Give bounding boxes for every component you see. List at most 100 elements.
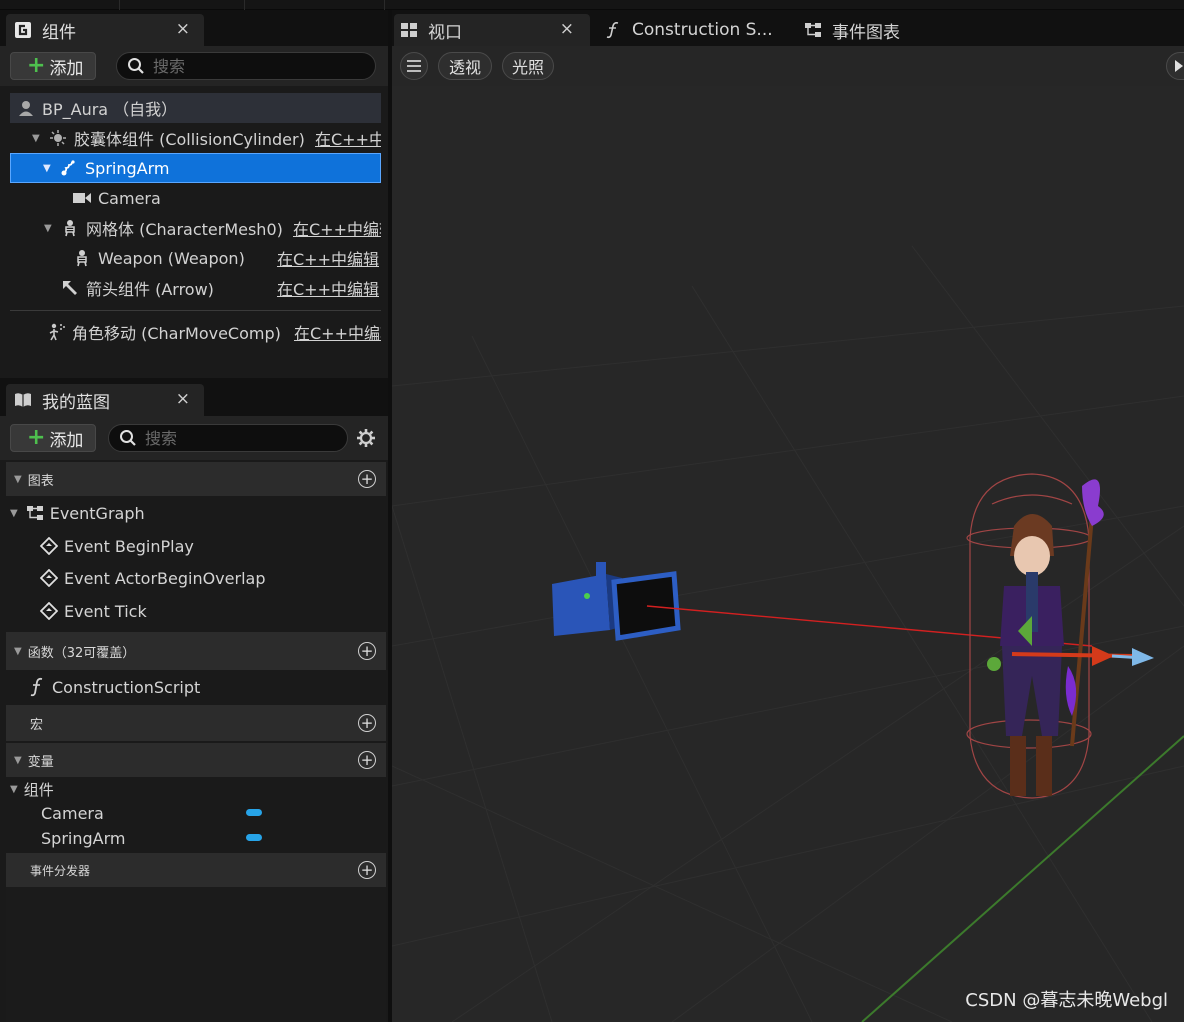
- add-graph-icon[interactable]: +: [358, 470, 376, 488]
- list-item-event-graph[interactable]: ▼ EventGraph: [6, 497, 386, 529]
- list-item-event-tick[interactable]: Event Tick: [6, 595, 386, 627]
- camera-mesh: [552, 562, 681, 641]
- chevron-down-icon[interactable]: ▼: [14, 474, 22, 485]
- list-item-construction-script[interactable]: ConstructionScript: [6, 670, 386, 704]
- character-movement-icon: [46, 322, 66, 342]
- my-blueprint-tab[interactable]: 我的蓝图 ×: [6, 384, 204, 416]
- tree-item-camera[interactable]: Camera: [10, 183, 381, 213]
- tree-item-collision-cylinder[interactable]: ▼ 胶囊体组件 (CollisionCylinder) 在C++中: [10, 123, 381, 153]
- function-icon: [28, 677, 46, 697]
- section-variables-label: 变量: [27, 754, 54, 770]
- chevron-down-icon[interactable]: ▼: [14, 646, 22, 657]
- section-variables[interactable]: ▼ 变量 +: [6, 743, 386, 777]
- tree-item-label: 箭头组件 (Arrow): [86, 280, 214, 299]
- tab-label: Construction S...: [632, 20, 773, 40]
- close-icon[interactable]: ×: [176, 389, 190, 409]
- plus-icon: +: [27, 425, 46, 450]
- add-dispatcher-icon[interactable]: +: [358, 861, 376, 879]
- tree-item-label: Weapon (Weapon): [98, 248, 245, 268]
- event-node-icon: [40, 602, 58, 620]
- edit-in-cpp-link[interactable]: 在C++中编辑: [277, 276, 379, 300]
- chevron-down-icon[interactable]: ▼: [43, 163, 55, 174]
- section-graphs[interactable]: ▼ 图表 +: [6, 462, 386, 496]
- tab-label: 视口: [428, 22, 462, 43]
- chevron-down-icon[interactable]: ▼: [32, 133, 44, 144]
- blueprint-tab-row: 我的蓝图 ×: [0, 378, 388, 416]
- tree-item-label: 角色移动 (CharMoveComp): [72, 324, 281, 343]
- actor-icon: [16, 98, 36, 118]
- chevron-down-icon[interactable]: ▼: [44, 223, 56, 234]
- tab-label: 事件图表: [832, 22, 900, 43]
- event-node-icon: [40, 569, 58, 587]
- add-blueprint-item-button[interactable]: + 添加: [10, 424, 97, 452]
- blueprint-empty-area: [6, 887, 386, 1022]
- event-graph-icon: [804, 21, 822, 39]
- blueprint-search-input[interactable]: [145, 428, 315, 448]
- play-options-button[interactable]: [1166, 52, 1184, 80]
- tree-item-bp-aura[interactable]: BP_Aura （自我）: [10, 93, 381, 123]
- variable-spring-arm[interactable]: SpringArm: [6, 825, 386, 851]
- add-component-button[interactable]: + 添加: [10, 52, 97, 80]
- component-search-input[interactable]: [153, 56, 333, 76]
- variable-label: Camera: [41, 803, 104, 823]
- components-tab-label: 组件: [42, 22, 76, 43]
- components-tab[interactable]: 组件 ×: [6, 14, 204, 46]
- perspective-button[interactable]: 透视: [438, 52, 492, 80]
- add-function-icon[interactable]: +: [358, 642, 376, 660]
- tree-item-weapon[interactable]: Weapon (Weapon) 在C++中编辑: [10, 243, 381, 273]
- lighting-label: 光照: [511, 58, 544, 77]
- viewport-tab-row: 视口 × Construction S... 事件图表: [392, 10, 1184, 46]
- event-label: Event ActorBeginOverlap: [64, 568, 266, 588]
- tab-viewport[interactable]: 视口 ×: [394, 14, 590, 46]
- tab-construction-script[interactable]: Construction S...: [604, 14, 773, 46]
- viewport-menu-button[interactable]: [400, 52, 428, 80]
- add-variable-icon[interactable]: +: [358, 751, 376, 769]
- edit-in-cpp-link[interactable]: 在C++中编辑: [293, 216, 381, 240]
- function-icon: [604, 21, 622, 39]
- tree-item-spring-arm[interactable]: ▼ SpringArm: [10, 153, 381, 183]
- add-component-label: 添加: [49, 58, 84, 79]
- watermark: CSDN @暮志未晚Webgl: [965, 990, 1168, 1011]
- tab-event-graph[interactable]: 事件图表: [804, 14, 900, 46]
- tree-item-label: 网格体 (CharacterMesh0): [86, 220, 283, 239]
- blueprint-search[interactable]: [108, 424, 348, 452]
- gear-icon[interactable]: [356, 428, 376, 452]
- add-macro-icon[interactable]: +: [358, 714, 376, 732]
- section-functions[interactable]: ▼ 函数（32可覆盖） +: [6, 632, 386, 670]
- tree-item-char-move-comp[interactable]: 角色移动 (CharMoveComp) 在C++中编辑: [10, 317, 381, 347]
- my-blueprint-tab-label: 我的蓝图: [42, 392, 110, 413]
- list-item-event-beginplay[interactable]: Event BeginPlay: [6, 530, 386, 562]
- component-search[interactable]: [116, 52, 376, 80]
- tree-item-character-mesh[interactable]: ▼ 网格体 (CharacterMesh0) 在C++中编辑: [10, 213, 381, 243]
- section-dispatchers-label: 事件分发器: [30, 863, 91, 878]
- lighting-button[interactable]: 光照: [502, 52, 554, 80]
- construction-script-label: ConstructionScript: [52, 677, 201, 697]
- skeletal-mesh-icon: [72, 248, 92, 268]
- viewport-scene[interactable]: CSDN @暮志未晚Webgl: [392, 86, 1184, 1022]
- skeletal-mesh-icon: [60, 218, 80, 238]
- list-item-event-actorbeginoverlap[interactable]: Event ActorBeginOverlap: [6, 562, 386, 594]
- close-icon[interactable]: ×: [560, 19, 574, 39]
- search-icon: [120, 430, 136, 446]
- event-node-icon: [40, 537, 58, 555]
- section-macros[interactable]: 宏 +: [6, 705, 386, 741]
- edit-in-cpp-link[interactable]: 在C++中编辑: [277, 246, 379, 270]
- viewport-toolbar: 透视 光照: [392, 46, 1184, 86]
- spring-arm-icon: [59, 158, 79, 178]
- chevron-down-icon[interactable]: ▼: [10, 784, 18, 795]
- variable-group-components[interactable]: ▼ 组件: [6, 777, 386, 801]
- viewport-panel: 视口 × Construction S... 事件图表 透视 光照 CSDN @…: [392, 10, 1184, 1022]
- section-event-dispatchers[interactable]: 事件分发器 +: [6, 853, 386, 887]
- edit-in-cpp-link[interactable]: 在C++中编辑: [294, 320, 381, 344]
- tree-item-arrow[interactable]: 箭头组件 (Arrow) 在C++中编辑: [10, 273, 381, 303]
- chevron-down-icon[interactable]: ▼: [14, 755, 22, 766]
- hamburger-icon: [407, 60, 421, 72]
- edit-in-cpp-link[interactable]: 在C++中: [315, 126, 381, 150]
- section-functions-label: 函数（32可覆盖）: [27, 645, 136, 661]
- variable-camera[interactable]: Camera: [6, 800, 386, 826]
- chevron-down-icon[interactable]: ▼: [10, 508, 18, 519]
- close-icon[interactable]: ×: [176, 19, 190, 39]
- viewport-icon: [400, 21, 418, 39]
- plus-icon: +: [27, 53, 46, 78]
- components-toolbar: + 添加: [0, 46, 388, 86]
